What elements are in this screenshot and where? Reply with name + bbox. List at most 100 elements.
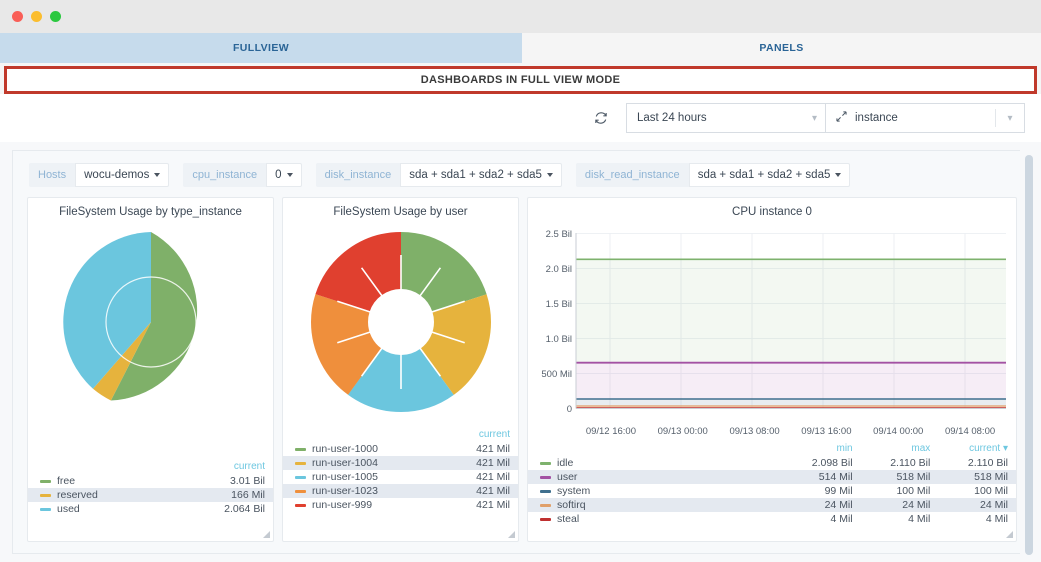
table-row[interactable]: steal 4 Mil 4 Mil 4 Mil <box>528 512 1016 526</box>
series-name: run-user-999 <box>312 499 373 511</box>
variable-hosts-label: Hosts <box>29 163 76 187</box>
svg-text:500 Mil: 500 Mil <box>541 369 572 380</box>
series-current: 421 Mil <box>476 471 510 483</box>
series-current: 421 Mil <box>476 499 510 511</box>
series-current: 2.110 Bil <box>967 457 1008 469</box>
series-name: run-user-1023 <box>312 485 378 497</box>
time-range-value: Last 24 hours <box>637 112 707 124</box>
svg-text:1.5 Bil: 1.5 Bil <box>546 299 572 310</box>
series-max: 518 Mil <box>896 471 931 483</box>
tab-panels[interactable]: PANELS <box>522 33 1041 63</box>
tab-fullview-label: FULLVIEW <box>232 42 290 54</box>
series-color-swatch <box>40 493 51 497</box>
series-color-swatch <box>540 475 551 479</box>
table-row[interactable]: run-user-1004 421 Mil <box>283 456 518 470</box>
series-current: 3.01 Bil <box>229 475 265 487</box>
instance-chevron-down-icon[interactable]: ▾ <box>996 113 1024 124</box>
table-row[interactable]: free 3.01 Bil <box>28 474 273 488</box>
x-tick-label: 09/13 00:00 <box>657 426 708 437</box>
panel-resize-handle[interactable] <box>262 530 270 538</box>
caret-down-icon <box>835 173 842 177</box>
expand-arrows-icon <box>836 111 847 125</box>
series-current: 518 Mil <box>974 471 1008 483</box>
app-window: FULLVIEW PANELS DASHBOARDS IN FULL VIEW … <box>0 0 1041 562</box>
table-row[interactable]: system 99 Mil 100 Mil 100 Mil <box>528 484 1016 498</box>
series-color-swatch <box>540 503 551 507</box>
time-range-picker[interactable]: Last 24 hours ▾ <box>626 103 826 133</box>
tab-bar: FULLVIEW PANELS <box>0 33 1041 63</box>
variable-cpu-instance-label: cpu_instance <box>183 163 267 187</box>
cpu-area-chart: 2.5 Bil 2.0 Bil 1.5 Bil 1.0 Bil 500 Mil … <box>528 222 1016 437</box>
variable-hosts-dropdown[interactable]: wocu-demos <box>75 163 170 187</box>
legend-header-min[interactable]: min <box>782 442 861 456</box>
svg-text:2.5 Bil: 2.5 Bil <box>546 229 572 240</box>
series-name: idle <box>557 457 574 469</box>
panel-resize-handle[interactable] <box>507 530 515 538</box>
vertical-scrollbar-thumb[interactable] <box>1025 155 1033 555</box>
series-max: 4 Mil <box>908 513 931 525</box>
variable-disk-read-instance-value: sda + sda1 + sda2 + sda5 <box>697 169 831 181</box>
series-current: 166 Mil <box>231 489 265 501</box>
variable-disk-instance: disk_instance sda + sda1 + sda2 + sda5 <box>315 163 562 187</box>
legend-header-max[interactable]: max <box>861 442 939 456</box>
mode-banner: DASHBOARDS IN FULL VIEW MODE <box>4 66 1037 94</box>
variable-cpu-instance-value: 0 <box>275 169 282 181</box>
panel-row: FileSystem Usage by type_instance curren… <box>13 187 1020 542</box>
series-color-swatch <box>295 461 306 465</box>
minimize-window-button[interactable] <box>31 11 42 22</box>
legend-header-current[interactable]: current <box>429 428 518 442</box>
legend-header-current[interactable]: current ▾ <box>938 442 1016 456</box>
panel-filesystem-by-user: FileSystem Usage by user current run-use… <box>282 197 519 542</box>
variable-disk-instance-label: disk_instance <box>315 163 401 187</box>
window-titlebar <box>0 0 1041 33</box>
variable-disk-read-instance-label: disk_read_instance <box>575 163 689 187</box>
variable-disk-read-instance-dropdown[interactable]: sda + sda1 + sda2 + sda5 <box>688 163 851 187</box>
table-row[interactable]: run-user-1005 421 Mil <box>283 470 518 484</box>
table-row[interactable]: softirq 24 Mil 24 Mil 24 Mil <box>528 498 1016 512</box>
tab-fullview[interactable]: FULLVIEW <box>0 33 522 63</box>
mode-banner-text: DASHBOARDS IN FULL VIEW MODE <box>420 74 621 86</box>
panel-resize-handle[interactable] <box>1005 530 1013 538</box>
template-variable-bar: Hosts wocu-demos cpu_instance 0 disk_ins… <box>13 151 1020 187</box>
series-color-swatch <box>295 503 306 507</box>
svg-text:1.0 Bil: 1.0 Bil <box>546 334 572 345</box>
dashboard-toolbar: Last 24 hours ▾ instance ▾ <box>0 94 1041 142</box>
vertical-scrollbar[interactable] <box>1025 155 1033 555</box>
close-window-button[interactable] <box>12 11 23 22</box>
x-tick-label: 09/14 00:00 <box>873 426 924 437</box>
series-color-swatch <box>540 517 551 521</box>
variable-cpu-instance-dropdown[interactable]: 0 <box>266 163 302 187</box>
table-row[interactable]: run-user-999 421 Mil <box>283 498 518 512</box>
table-row[interactable]: idle 2.098 Bil 2.110 Bil 2.110 Bil <box>528 456 1016 470</box>
legend-header-current[interactable]: current <box>187 460 273 474</box>
series-current: 421 Mil <box>476 443 510 455</box>
panel-cpu-instance-0: CPU instance 0 2.5 Bil 2.0 Bil 1.5 Bil 1… <box>527 197 1017 542</box>
variable-cpu-instance: cpu_instance 0 <box>183 163 302 187</box>
table-row[interactable]: used 2.064 Bil <box>28 502 273 516</box>
maximize-window-button[interactable] <box>50 11 61 22</box>
panel-filesystem-by-type-instance: FileSystem Usage by type_instance curren… <box>27 197 274 542</box>
series-min: 4 Mil <box>830 513 853 525</box>
caret-down-icon <box>154 173 161 177</box>
series-color-swatch <box>40 507 51 511</box>
series-max: 24 Mil <box>902 499 931 511</box>
series-min: 2.098 Bil <box>811 457 853 469</box>
series-current: 24 Mil <box>979 499 1008 511</box>
variable-hosts: Hosts wocu-demos <box>29 163 170 187</box>
series-current: 421 Mil <box>476 457 510 469</box>
series-name: run-user-1005 <box>312 471 378 483</box>
instance-value: instance <box>855 112 898 124</box>
table-row[interactable]: reserved 166 Mil <box>28 488 273 502</box>
series-name: user <box>557 471 578 483</box>
table-row[interactable]: run-user-1023 421 Mil <box>283 484 518 498</box>
instance-picker[interactable]: instance ▾ <box>825 103 1025 133</box>
donut-chart-by-user <box>283 222 518 422</box>
refresh-icon[interactable] <box>588 105 614 131</box>
x-tick-label: 09/13 16:00 <box>801 426 852 437</box>
series-color-swatch <box>295 489 306 493</box>
series-name: run-user-1004 <box>312 457 378 469</box>
table-row[interactable]: user 514 Mil 518 Mil 518 Mil <box>528 470 1016 484</box>
panel-title: CPU instance 0 <box>732 206 812 218</box>
variable-disk-instance-dropdown[interactable]: sda + sda1 + sda2 + sda5 <box>400 163 562 187</box>
table-row[interactable]: run-user-1000 421 Mil <box>283 442 518 456</box>
